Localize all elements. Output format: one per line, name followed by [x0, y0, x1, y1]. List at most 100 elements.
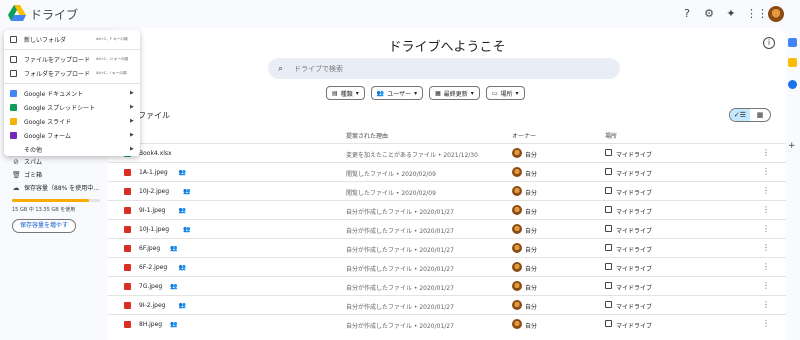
table-row[interactable]: 9I-2.jpeg 👥 自分が作成したファイル • 2020/01/27 自分 マイドラ…	[108, 295, 786, 314]
filter-location[interactable]: ▭ 場所 ▾	[485, 86, 525, 100]
menu-item-upload-folder[interactable]: フォルダをアップロード Alt+C、I キーの順	[4, 66, 140, 80]
owner-name: 自分	[525, 323, 538, 330]
table-row[interactable]: 9I-1.jpeg 👥 自分が作成したファイル • 2020/01/27 自分 マイドラ…	[108, 200, 786, 219]
image-file-icon	[124, 188, 131, 195]
drive-logo-icon[interactable]	[8, 5, 26, 21]
shared-icon: 👥	[183, 188, 191, 195]
get-more-storage-button[interactable]: 保存容量を増やす	[12, 219, 77, 233]
account-avatar[interactable]	[768, 6, 784, 22]
location[interactable]: マイドライブ	[616, 226, 652, 235]
sidebar-item-spam[interactable]: ⊘ スパム	[12, 157, 42, 167]
menu-item-shortcut: Alt+C、U キーの順	[96, 56, 129, 61]
menu-divider	[4, 49, 140, 50]
suggestion-reason: 自分が作成したファイル • 2020/01/27	[346, 228, 454, 235]
menu-item-upload-file[interactable]: ファイルをアップロード Alt+C、U キーの順	[4, 52, 140, 66]
suggestion-reason: 閲覧したファイル • 2020/02/09	[346, 171, 436, 178]
menu-item-slides[interactable]: Google スライド ▶	[4, 114, 140, 128]
more-actions-icon[interactable]: ⋮	[762, 300, 770, 309]
more-actions-icon[interactable]: ⋮	[762, 319, 770, 328]
file-name: 1A-1.jpeg	[139, 169, 168, 176]
cloud-icon: ☁	[12, 183, 20, 192]
shared-icon: 👥	[183, 226, 191, 233]
suggestion-reason: 自分が作成したファイル • 2020/01/27	[346, 323, 454, 330]
owner-avatar	[512, 205, 522, 215]
keep-icon[interactable]	[788, 58, 797, 67]
sheets-icon	[10, 103, 17, 111]
table-row[interactable]: 10J-1.jpeg 👥 自分が作成したファイル • 2020/01/27 自分 マイド…	[108, 219, 786, 238]
location[interactable]: マイドライブ	[616, 321, 652, 330]
location[interactable]: マイドライブ	[616, 283, 652, 292]
more-actions-icon[interactable]: ⋮	[762, 186, 770, 195]
table-row[interactable]: 8H.jpeg 👥 自分が作成したファイル • 2020/01/27 自分 マイドライブ…	[108, 314, 786, 333]
more-actions-icon[interactable]: ⋮	[762, 224, 770, 233]
shared-icon: 👥	[170, 245, 178, 252]
menu-item-label: ファイルをアップロード	[24, 56, 91, 64]
file-name: 6F-2.jpeg	[139, 264, 168, 271]
owner-avatar	[512, 167, 522, 177]
table-row[interactable]: 10J-2.jpeg 👥 閲覧したファイル • 2020/02/09 自分 マイドライブ…	[108, 181, 786, 200]
app-title[interactable]: ドライブ	[30, 6, 78, 23]
menu-item-label: Google ドキュメント	[24, 90, 84, 98]
owner-name: 自分	[525, 304, 538, 311]
table-row[interactable]: 6F.jpeg 👥 自分が作成したファイル • 2020/01/27 自分 マイドライブ…	[108, 238, 786, 257]
shared-icon: 👥	[178, 207, 187, 214]
menu-item-label: Google フォーム	[24, 132, 71, 140]
chip-label: 最終更新	[443, 90, 468, 98]
suggestion-reason: 自分が作成したファイル • 2020/01/27	[346, 285, 454, 292]
filter-people[interactable]: 👥 ユーザー ▾	[370, 86, 424, 100]
chevron-right-icon: ▶	[130, 132, 134, 138]
table-row[interactable]: 7G.jpeg 👥 自分が作成したファイル • 2020/01/27 自分 マイドライブ…	[108, 276, 786, 295]
upload-file-icon	[10, 55, 17, 63]
more-actions-icon[interactable]: ⋮	[762, 243, 770, 252]
more-actions-icon[interactable]: ⋮	[762, 262, 770, 271]
apps-icon[interactable]: ⋮⋮	[746, 7, 768, 21]
menu-item-more[interactable]: その他 ▶	[4, 142, 140, 156]
search-bar[interactable]: ⌕	[268, 58, 620, 79]
filter-type[interactable]: ▤ 種類 ▾	[326, 86, 365, 100]
more-actions-icon[interactable]: ⋮	[762, 148, 770, 157]
tasks-icon[interactable]	[788, 80, 797, 89]
more-actions-icon[interactable]: ⋮	[762, 167, 770, 176]
file-name: 8H.jpeg	[139, 321, 163, 328]
info-icon[interactable]: i	[763, 37, 775, 49]
grid-view-button[interactable]: ▦	[750, 109, 770, 121]
calendar-icon[interactable]	[788, 38, 797, 47]
page-title: ドライブへようこそ	[388, 40, 506, 55]
menu-item-new-folder[interactable]: 新しいフォルダ Alt+C、F キーの順	[4, 32, 140, 46]
view-toggle: ✓☰ ▦	[729, 108, 771, 122]
location[interactable]: マイドライブ	[616, 150, 652, 159]
location[interactable]: マイドライブ	[616, 169, 652, 178]
search-icon[interactable]: ⌕	[278, 64, 288, 74]
owner-name: 自分	[525, 190, 538, 197]
table-row[interactable]: Book4.xlsx 変更を加えたことがあるファイル • 2021/12/30 自分…	[108, 143, 786, 162]
settings-icon[interactable]: ⚙	[702, 7, 716, 21]
owner-name: 自分	[525, 152, 538, 159]
location[interactable]: マイドライブ	[616, 245, 652, 254]
chevron-down-icon: ▾	[414, 89, 418, 97]
menu-item-forms[interactable]: Google フォーム ▶	[4, 128, 140, 142]
new-menu: 新しいフォルダ Alt+C、F キーの順 ファイルをアップロード Alt+C、U…	[4, 30, 140, 156]
table-row[interactable]: 1A-1.jpeg 👥 閲覧したファイル • 2020/02/09 自分 マイドライブ ⋮	[108, 162, 786, 181]
docs-icon	[10, 89, 17, 97]
menu-item-docs[interactable]: Google ドキュメント ▶	[4, 86, 140, 100]
menu-item-sheets[interactable]: Google スプレッドシート ▶	[4, 100, 140, 114]
image-file-icon	[124, 226, 131, 233]
location[interactable]: マイドライブ	[616, 302, 652, 311]
sidebar-item-trash[interactable]: 🗑 ゴミ箱	[12, 170, 42, 180]
gemini-icon[interactable]: ✦	[724, 7, 738, 21]
help-icon[interactable]: ?	[680, 7, 694, 21]
filter-modified[interactable]: ▦ 最終更新 ▾	[429, 86, 480, 100]
sidebar-item-storage[interactable]: ☁ 保存容量（88% を使用中…	[12, 183, 100, 193]
list-view-button[interactable]: ✓☰	[730, 109, 750, 121]
location[interactable]: マイドライブ	[616, 188, 652, 197]
owner-avatar	[512, 224, 522, 234]
image-file-icon	[124, 302, 131, 309]
search-input[interactable]	[294, 64, 594, 73]
table-row[interactable]: 6F-2.jpeg 👥 自分が作成したファイル • 2020/01/27 自分 マイドラ…	[108, 257, 786, 276]
location[interactable]: マイドライブ	[616, 207, 652, 216]
more-actions-icon[interactable]: ⋮	[762, 205, 770, 214]
add-icon[interactable]: +	[788, 142, 797, 151]
sidebar-item-label: 保存容量（88% を使用中…	[24, 185, 100, 192]
more-actions-icon[interactable]: ⋮	[762, 281, 770, 290]
location[interactable]: マイドライブ	[616, 264, 652, 273]
